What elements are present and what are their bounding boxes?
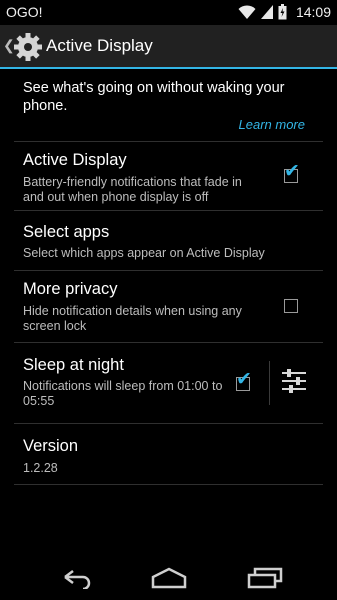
pref-summary: Notifications will sleep from 01:00 to 0… xyxy=(23,379,223,408)
checkmark-icon: ✔ xyxy=(284,161,300,182)
pref-title: Active Display xyxy=(23,151,127,169)
pref-title: Select apps xyxy=(23,223,110,241)
learn-more-link[interactable]: Learn more xyxy=(239,117,305,132)
pref-summary: Select which apps appear on Active Displ… xyxy=(23,246,265,260)
pref-version[interactable]: Version 1.2.28 xyxy=(14,423,323,485)
status-icons xyxy=(238,4,287,20)
pref-summary: Hide notification details when using any… xyxy=(23,304,242,333)
checkmark-icon: ✔ xyxy=(236,369,252,390)
recents-icon[interactable] xyxy=(245,565,285,589)
preferences-list: See what's going on without waking your … xyxy=(0,69,337,555)
settings-gear-icon[interactable] xyxy=(13,32,43,62)
pref-title: Version xyxy=(23,437,79,455)
pref-summary: 1.2.28 xyxy=(23,461,58,475)
wifi-icon xyxy=(238,5,256,19)
carrier-label: OGO! xyxy=(6,4,43,20)
pref-active-display[interactable]: Active Display Battery-friendly notifica… xyxy=(14,141,323,210)
pref-summary: Battery-friendly notifications that fade… xyxy=(23,175,242,204)
action-bar: ❮ Active Display xyxy=(0,25,337,69)
navigation-bar xyxy=(0,555,337,600)
pref-select-apps[interactable]: Select apps Select which apps appear on … xyxy=(14,210,323,270)
signal-icon xyxy=(261,5,273,19)
more-privacy-checkbox[interactable] xyxy=(284,299,298,313)
divider xyxy=(269,361,270,405)
intro-text: See what's going on without waking your … xyxy=(23,80,285,114)
sleep-at-night-checkbox[interactable]: ✔ xyxy=(236,370,252,391)
back-icon[interactable] xyxy=(55,565,95,589)
home-icon[interactable] xyxy=(149,565,189,589)
status-bar: OGO! 14:09 xyxy=(0,0,337,25)
pref-title: More privacy xyxy=(23,280,118,298)
sliders-icon[interactable] xyxy=(281,368,307,394)
pref-more-privacy[interactable]: More privacy Hide notification details w… xyxy=(14,270,323,342)
pref-title: Sleep at night xyxy=(23,356,124,374)
active-display-checkbox[interactable]: ✔ xyxy=(284,162,300,183)
clock-label: 14:09 xyxy=(295,4,331,20)
pref-sleep-at-night[interactable]: Sleep at night Notifications will sleep … xyxy=(14,342,323,423)
page-title: Active Display xyxy=(46,36,153,55)
battery-icon xyxy=(278,4,287,20)
